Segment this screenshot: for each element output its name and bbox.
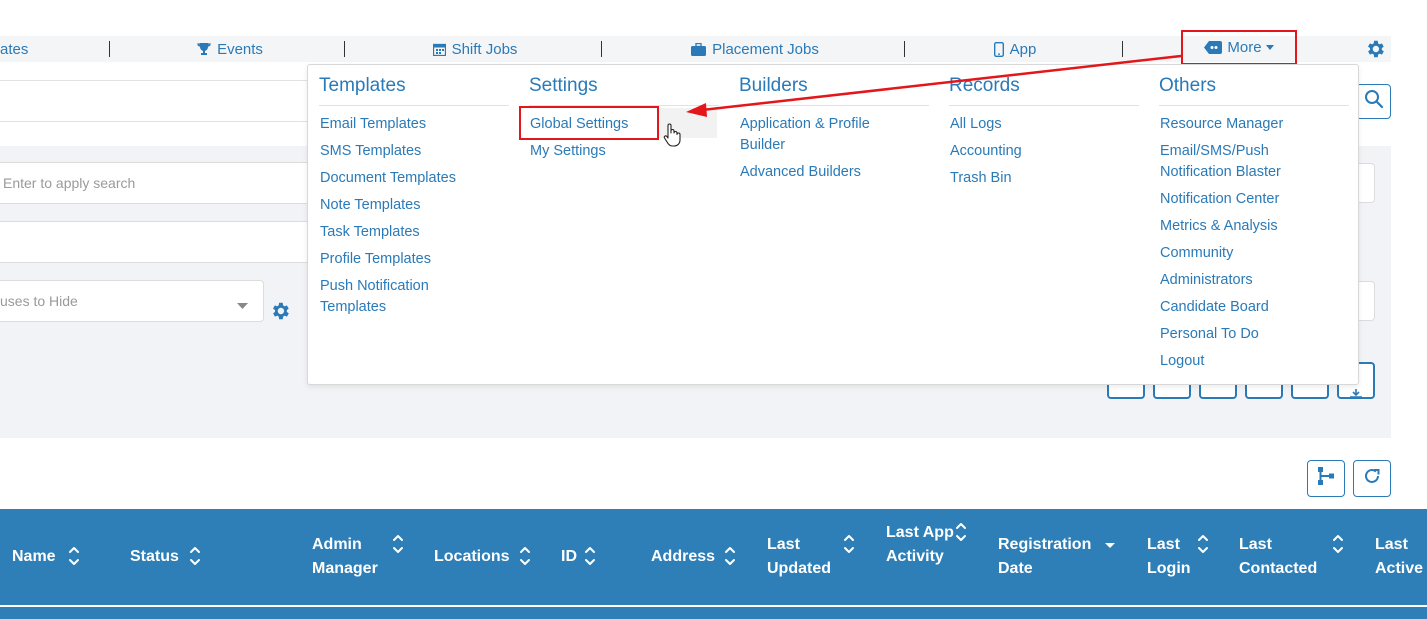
sort-icon — [956, 523, 966, 541]
sort-icons-layer — [69, 523, 1343, 565]
sort-icon — [1333, 535, 1343, 553]
sort-icon — [725, 547, 735, 565]
sort-icon — [844, 535, 854, 553]
sort-icon — [585, 547, 595, 565]
sort-icon — [393, 535, 403, 553]
sort-icon — [190, 547, 200, 565]
sort-icon — [520, 547, 530, 565]
sort-desc-icon — [1105, 543, 1115, 548]
sort-icon — [69, 547, 79, 565]
sort-icon — [1198, 535, 1208, 553]
